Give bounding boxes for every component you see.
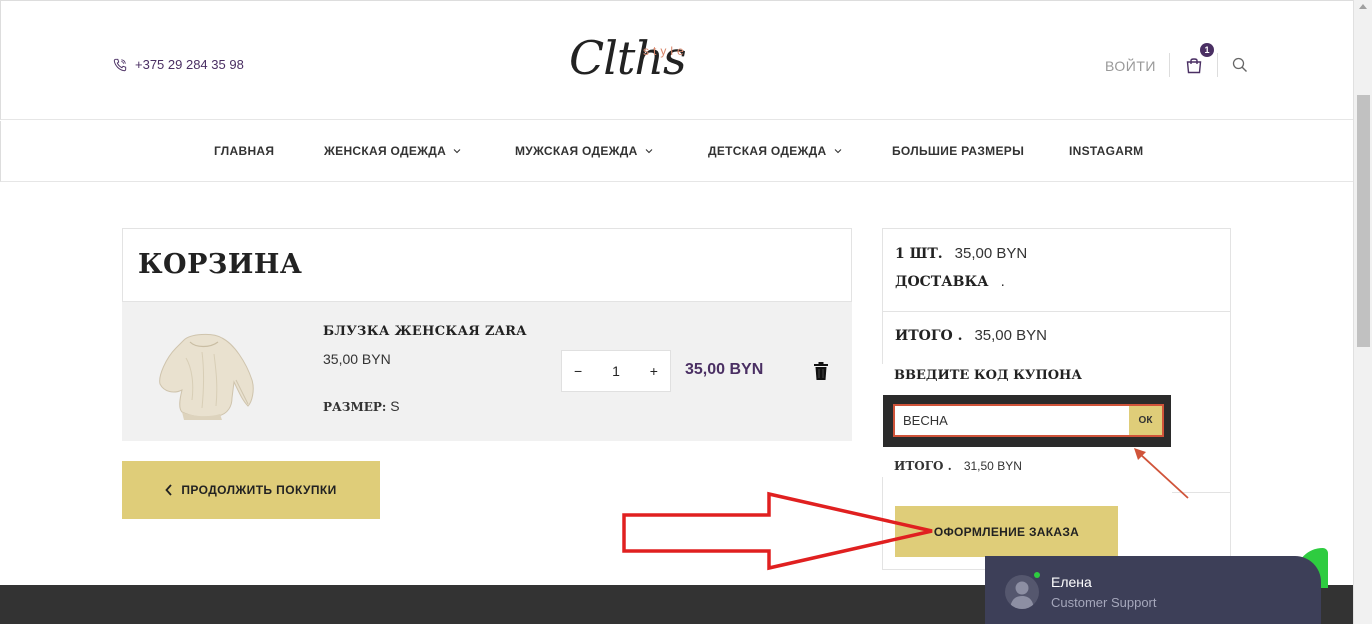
chat-widget[interactable]: Елена Customer Support (985, 556, 1321, 624)
discounted-total-label: ИТОГО . (894, 459, 952, 473)
search-icon[interactable] (1232, 57, 1248, 73)
total-line: ИТОГО . 35,00 BYN (895, 327, 1047, 344)
chevron-down-icon (453, 149, 461, 154)
nav-item-home[interactable]: ГЛАВНАЯ (214, 144, 274, 158)
delivery-line: ДОСТАВКА. (895, 273, 1005, 290)
decrease-button[interactable]: − (574, 363, 582, 379)
items-count-value: 35,00 BYN (954, 245, 1028, 262)
line-total: 35,00 BYN (685, 361, 764, 378)
scroll-up-arrow[interactable] (1359, 4, 1367, 9)
cart-panel: КОРЗИНА БЛУЗКА ЖЕНСКАЯ ZARA 35,00 BYN РА… (122, 228, 852, 441)
trash-icon[interactable] (813, 361, 829, 381)
product-price: 35,00 BYN (323, 351, 391, 367)
cart-header: КОРЗИНА (122, 228, 852, 302)
logo-tag: style (643, 44, 688, 58)
page-scrollbar[interactable] (1353, 0, 1372, 624)
top-header: +375 29 284 35 98 Clths style ВОЙТИ 1 (0, 0, 1353, 120)
chevron-down-icon (645, 149, 653, 154)
nav-item-label: ЖЕНСКАЯ ОДЕЖДА (324, 144, 447, 158)
logo-script: Clths (569, 31, 687, 85)
nav-item-label: ГЛАВНАЯ (214, 144, 275, 158)
agent-role: Customer Support (1051, 595, 1157, 610)
nav-item-label: МУЖСКАЯ ОДЕЖДА (515, 144, 638, 158)
items-count-label: 1 ШТ. (895, 246, 943, 262)
login-link[interactable]: ВОЙТИ (1105, 58, 1156, 74)
page-title: КОРЗИНА (138, 249, 303, 280)
cart-item-row: БЛУЗКА ЖЕНСКАЯ ZARA 35,00 BYN РАЗМЕР: S … (122, 302, 852, 441)
coupon-label: ВВЕДИТЕ КОД КУПОНА (894, 368, 1082, 383)
continue-shopping-label: ПРОДОЛЖИТЬ ПОКУПКИ (181, 483, 337, 497)
continue-shopping-button[interactable]: ПРОДОЛЖИТЬ ПОКУПКИ (122, 461, 380, 519)
shopping-bag-icon[interactable] (1185, 56, 1203, 74)
online-status-indicator (1034, 572, 1040, 578)
user-icon (1010, 581, 1034, 609)
nav-item-mens[interactable]: МУЖСКАЯ ОДЕЖДА (515, 144, 653, 158)
nav-item-kids[interactable]: ДЕТСКАЯ ОДЕЖДА (708, 144, 842, 158)
scrollbar-thumb[interactable] (1357, 95, 1370, 347)
phone-icon (113, 58, 127, 71)
main-navigation: ГЛАВНАЯ ЖЕНСКАЯ ОДЕЖДА МУЖСКАЯ ОДЕЖДА ДЕ… (0, 121, 1353, 182)
summary-divider (883, 311, 1230, 312)
coupon-form: ОК (883, 395, 1171, 447)
chevron-down-icon (834, 149, 841, 154)
discounted-total-value: 31,50 BYN (963, 459, 1022, 473)
nav-item-label: ДЕТСКАЯ ОДЕЖДА (708, 144, 827, 158)
coupon-input[interactable] (893, 404, 1129, 437)
page: +375 29 284 35 98 Clths style ВОЙТИ 1 ГЛ… (0, 0, 1372, 624)
delivery-label: ДОСТАВКА (895, 274, 989, 290)
delivery-value: . (1000, 273, 1005, 290)
nav-item-plus-sizes[interactable]: БОЛЬШИЕ РАЗМЕРЫ (892, 144, 1024, 158)
header-divider (1169, 53, 1170, 77)
nav-item-instagram[interactable]: INSTAGARM (1069, 144, 1143, 158)
chevron-left-icon (165, 484, 173, 496)
total-value: 35,00 BYN (974, 327, 1047, 344)
header-divider (1217, 53, 1218, 77)
nav-item-label: БОЛЬШИЕ РАЗМЕРЫ (892, 144, 1025, 158)
avatar (1005, 575, 1039, 609)
phone-number: +375 29 284 35 98 (135, 57, 244, 72)
items-count-line: 1 ШТ. 35,00 BYN (895, 245, 1027, 262)
discounted-total-line: ИТОГО . 31,50 BYN (894, 459, 1022, 473)
agent-name: Елена (1051, 574, 1092, 590)
quantity-value[interactable]: 1 (612, 363, 620, 379)
summary-divider (1172, 492, 1230, 493)
size-value: S (390, 398, 400, 414)
increase-button[interactable]: + (650, 363, 658, 379)
nav-item-womens[interactable]: ЖЕНСКАЯ ОДЕЖДА (324, 144, 461, 158)
size-label: РАЗМЕР: (323, 400, 387, 414)
coupon-popup: ВВЕДИТЕ КОД КУПОНА ОК ИТОГО . 31,50 BYN (882, 364, 1172, 477)
checkout-button[interactable]: ОФОРМЛЕНИЕ ЗАКАЗА (895, 506, 1118, 557)
quantity-stepper: − 1 + (561, 350, 671, 392)
nav-item-label: INSTAGARM (1069, 144, 1144, 158)
product-image[interactable] (156, 328, 256, 420)
cart-count-badge: 1 (1200, 43, 1214, 57)
phone-link[interactable]: +375 29 284 35 98 (113, 57, 244, 72)
total-label: ИТОГО . (895, 328, 963, 344)
site-logo[interactable]: Clths style (567, 31, 707, 97)
product-name[interactable]: БЛУЗКА ЖЕНСКАЯ ZARA (323, 324, 527, 339)
coupon-apply-button[interactable]: ОК (1129, 404, 1164, 437)
product-size: РАЗМЕР: S (323, 398, 400, 414)
